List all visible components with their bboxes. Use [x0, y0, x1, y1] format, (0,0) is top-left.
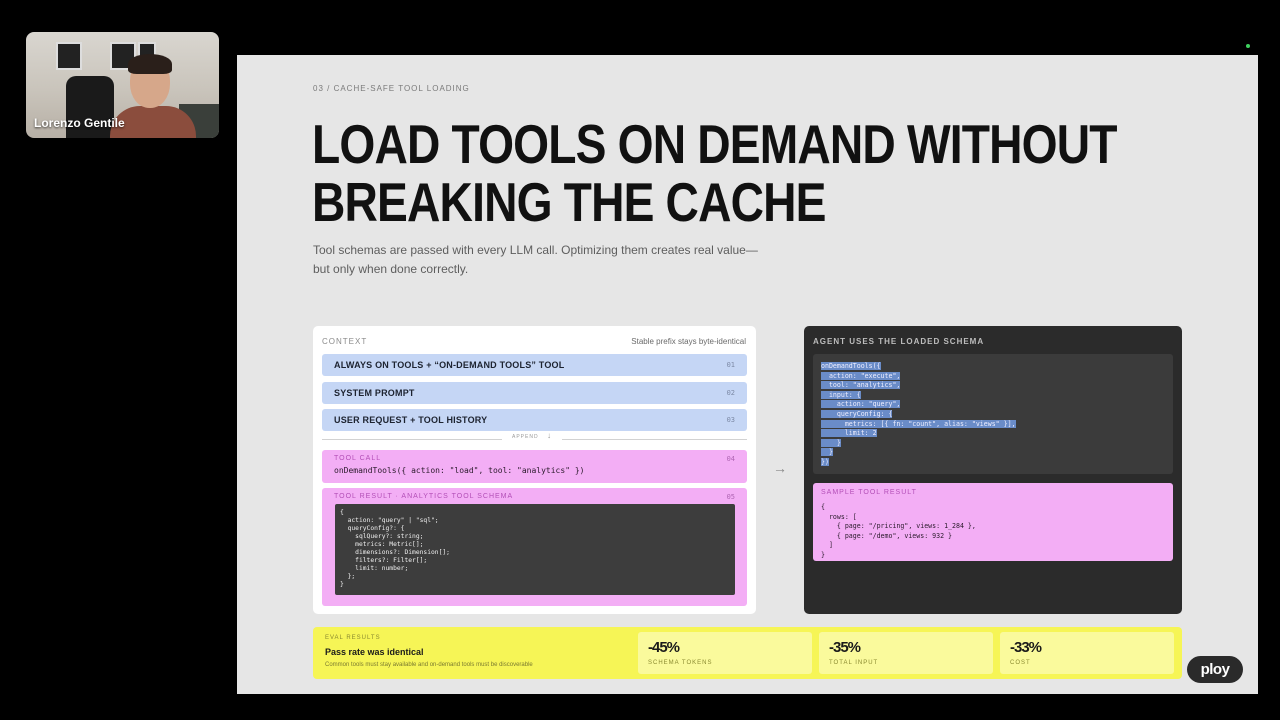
subtitle-line-1: Tool schemas are passed with every LLM c…: [313, 243, 758, 257]
arrow-right-icon: →: [773, 460, 787, 476]
metric-cost: -33% COST: [1000, 632, 1174, 674]
title-line-2: BREAKING THE CACHE: [312, 171, 826, 233]
presentation-slide: 03 / CACHE-SAFE TOOL LOADING LOAD TOOLS …: [237, 55, 1258, 694]
tool-call-caption: TOOL CALL: [334, 455, 382, 462]
context-row-user-request: USER REQUEST + TOOL HISTORY 03: [322, 409, 747, 431]
tool-call-code: onDemandTools({ action: "load", tool: "a…: [334, 466, 585, 475]
row-label: ALWAYS ON TOOLS + “ON-DEMAND TOOLS” TOOL: [334, 360, 565, 370]
metric-total-input: -35% TOTAL INPUT: [819, 632, 993, 674]
context-note: Stable prefix stays byte-identical: [631, 337, 746, 346]
metric-label: TOTAL INPUT: [829, 660, 879, 666]
eval-caption: EVAL RESULTS: [325, 635, 381, 641]
slide-subtitle: Tool schemas are passed with every LLM c…: [313, 241, 783, 279]
metric-schema-tokens: -45% SCHEMA TOKENS: [638, 632, 812, 674]
slide-breadcrumb: 03 / CACHE-SAFE TOOL LOADING: [313, 84, 470, 93]
sample-caption: SAMPLE TOOL RESULT: [821, 489, 917, 496]
participant-video-tile[interactable]: Lorenzo Gentile: [26, 32, 219, 138]
context-panel: CONTEXT Stable prefix stays byte-identic…: [313, 326, 756, 614]
ploy-logo: ploy: [1187, 656, 1243, 683]
metric-label: COST: [1010, 660, 1031, 666]
agent-code[interactable]: onDemandTools({ action: "execute", tool:…: [821, 362, 1016, 468]
divider-line: [322, 439, 502, 440]
arrow-down-icon: ↓: [547, 431, 551, 440]
context-row-system-prompt: SYSTEM PROMPT 02: [322, 382, 747, 404]
row-number: 02: [726, 389, 735, 397]
append-divider: APPEND ↓: [322, 431, 747, 444]
sample-result-block: SAMPLE TOOL RESULT { rows: [ { page: "/p…: [813, 483, 1173, 561]
sample-code: { rows: [ { page: "/pricing", views: 1_2…: [821, 503, 976, 559]
tool-result-caption: TOOL RESULT · ANALYTICS TOOL SCHEMA: [334, 493, 514, 500]
row-label: USER REQUEST + TOOL HISTORY: [334, 415, 488, 425]
eval-results-bar: EVAL RESULTS Pass rate was identical Com…: [313, 627, 1182, 679]
row-number: 03: [726, 416, 735, 424]
tool-call-number: 04: [726, 455, 735, 463]
metric-value: -33%: [1010, 639, 1042, 656]
eval-headline: Pass rate was identical: [325, 647, 424, 657]
recording-indicator: [1246, 44, 1250, 48]
metric-label: SCHEMA TOKENS: [648, 660, 713, 666]
participant-hair: [128, 54, 172, 74]
agent-code-box: onDemandTools({ action: "execute", tool:…: [813, 354, 1173, 474]
tool-result-number: 05: [726, 493, 735, 501]
context-header: CONTEXT: [322, 337, 368, 346]
eval-detail: Common tools must stay available and on-…: [325, 662, 533, 668]
schema-code-box: { action: "query" | "sql"; queryConfig?:…: [335, 504, 735, 595]
title-line-1: LOAD TOOLS ON DEMAND WITHOUT: [312, 113, 1117, 175]
agent-panel: AGENT USES THE LOADED SCHEMA onDemandToo…: [804, 326, 1182, 614]
slide-title: LOAD TOOLS ON DEMAND WITHOUT BREAKING TH…: [312, 115, 1117, 231]
metric-value: -35%: [829, 639, 861, 656]
context-row-always-on-tools: ALWAYS ON TOOLS + “ON-DEMAND TOOLS” TOOL…: [322, 354, 747, 376]
row-label: SYSTEM PROMPT: [334, 388, 415, 398]
metric-value: -45%: [648, 639, 680, 656]
wall-frame: [56, 42, 82, 70]
agent-code-selection: onDemandTools({ action: "execute", tool:…: [821, 362, 1016, 466]
divider-line: [562, 439, 747, 440]
tool-result-block: TOOL RESULT · ANALYTICS TOOL SCHEMA 05 {…: [322, 488, 747, 606]
participant-name: Lorenzo Gentile: [34, 116, 125, 130]
row-number: 01: [726, 361, 735, 369]
subtitle-line-2: but only when done correctly.: [313, 262, 469, 276]
agent-header: AGENT USES THE LOADED SCHEMA: [813, 337, 985, 346]
append-label: APPEND: [512, 434, 539, 440]
tool-call-block: TOOL CALL 04 onDemandTools({ action: "lo…: [322, 450, 747, 483]
schema-code: { action: "query" | "sql"; queryConfig?:…: [340, 509, 450, 588]
